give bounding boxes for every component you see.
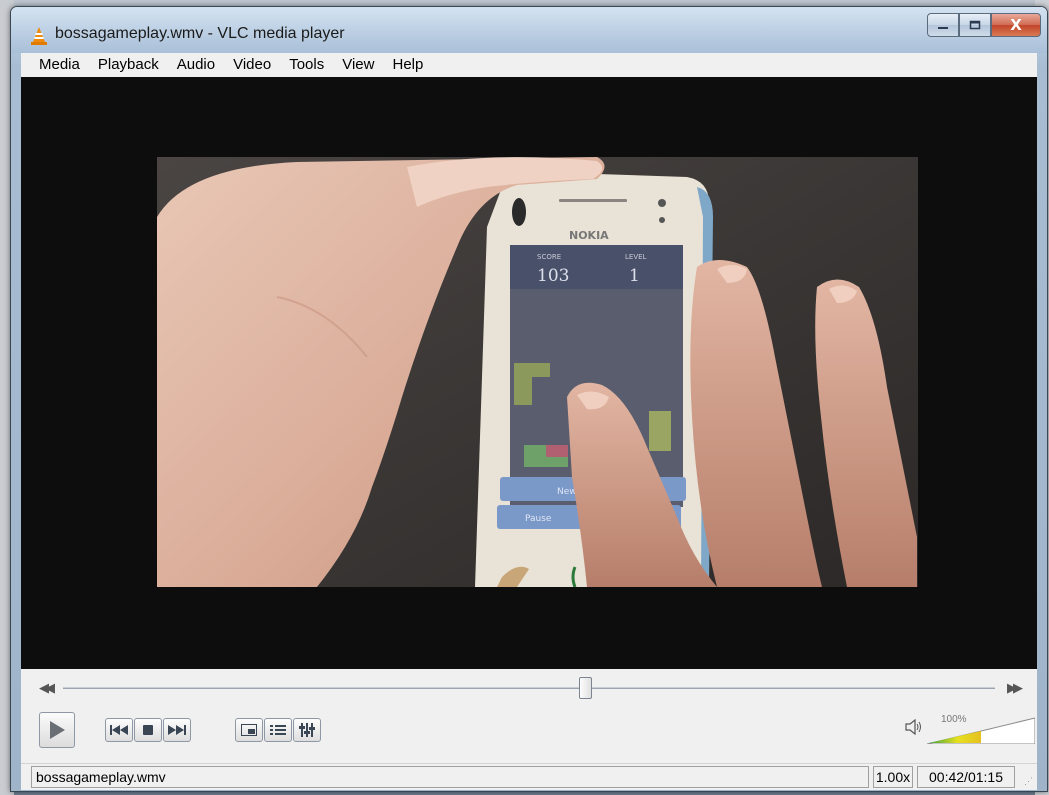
close-button[interactable]: X <box>991 13 1041 37</box>
fullscreen-button[interactable] <box>235 718 263 742</box>
equalizer-button[interactable] <box>293 718 321 742</box>
next-button[interactable] <box>163 718 191 742</box>
vlc-window: bossagameplay.wmv - VLC media player X M… <box>10 6 1048 792</box>
menu-media[interactable]: Media <box>21 53 89 77</box>
menu-view[interactable]: View <box>333 53 383 77</box>
menu-audio[interactable]: Audio <box>168 53 224 77</box>
level-label: LEVEL <box>625 253 647 261</box>
stop-icon <box>143 725 153 735</box>
minimize-icon <box>938 27 948 29</box>
playlist-button[interactable] <box>264 718 292 742</box>
window-title: bossagameplay.wmv - VLC media player <box>55 25 345 42</box>
previous-button[interactable] <box>105 718 133 742</box>
seek-slider[interactable] <box>63 687 995 689</box>
maximize-button[interactable] <box>959 13 991 37</box>
vlc-cone-icon <box>31 27 47 45</box>
menu-bar: Media Playback Audio Video Tools View He… <box>21 53 1037 77</box>
menu-video[interactable]: Video <box>224 53 280 77</box>
next-icon <box>168 725 186 735</box>
playback-speed[interactable]: 1.00x <box>873 766 913 788</box>
video-content: NOKIA SCORE 103 LEVEL 1 New Pause <box>157 157 918 587</box>
close-icon: X <box>1010 16 1022 34</box>
fullscreen-icon <box>241 724 257 736</box>
previous-icon <box>110 725 128 735</box>
phone-brand: NOKIA <box>569 229 609 242</box>
status-filename: bossagameplay.wmv <box>31 766 869 788</box>
maximize-icon <box>969 20 981 30</box>
playlist-icon <box>270 725 286 735</box>
equalizer-icon <box>299 723 315 737</box>
seek-forward-icon[interactable]: ▶▶ <box>1007 681 1023 696</box>
seek-row: ◀◀ ▶▶ <box>21 675 1037 701</box>
minimize-button[interactable] <box>927 13 959 37</box>
level-value: 1 <box>629 266 640 286</box>
video-area[interactable]: NOKIA SCORE 103 LEVEL 1 New Pause <box>21 77 1037 669</box>
volume-percent: 100% <box>941 714 967 725</box>
status-bar: bossagameplay.wmv 1.00x 00:42/01:15 ⋰ <box>21 763 1037 790</box>
score-value: 103 <box>537 266 569 286</box>
menu-help[interactable]: Help <box>383 53 432 77</box>
seek-back-icon[interactable]: ◀◀ <box>39 681 55 696</box>
resize-grip-icon[interactable]: ⋰ <box>1024 776 1033 787</box>
window-controls: X <box>927 13 1041 37</box>
button-row: 100% <box>21 709 1037 749</box>
seek-handle[interactable] <box>578 677 592 699</box>
title-bar[interactable]: bossagameplay.wmv - VLC media player X <box>11 7 1047 53</box>
control-panel: ◀◀ ▶▶ 100% <box>21 669 1037 763</box>
game-new-button: New <box>557 487 577 497</box>
menu-tools[interactable]: Tools <box>280 53 333 77</box>
video-frame[interactable]: NOKIA SCORE 103 LEVEL 1 New Pause <box>157 157 918 587</box>
stop-button[interactable] <box>134 718 162 742</box>
play-icon <box>50 721 65 739</box>
play-button[interactable] <box>39 712 75 748</box>
volume-slider[interactable]: 100% <box>926 714 1036 745</box>
game-pause-button: Pause <box>525 514 552 524</box>
speaker-icon[interactable] <box>905 718 923 739</box>
time-display[interactable]: 00:42/01:15 <box>917 766 1015 788</box>
score-label: SCORE <box>537 253 561 261</box>
menu-playback[interactable]: Playback <box>89 53 168 77</box>
